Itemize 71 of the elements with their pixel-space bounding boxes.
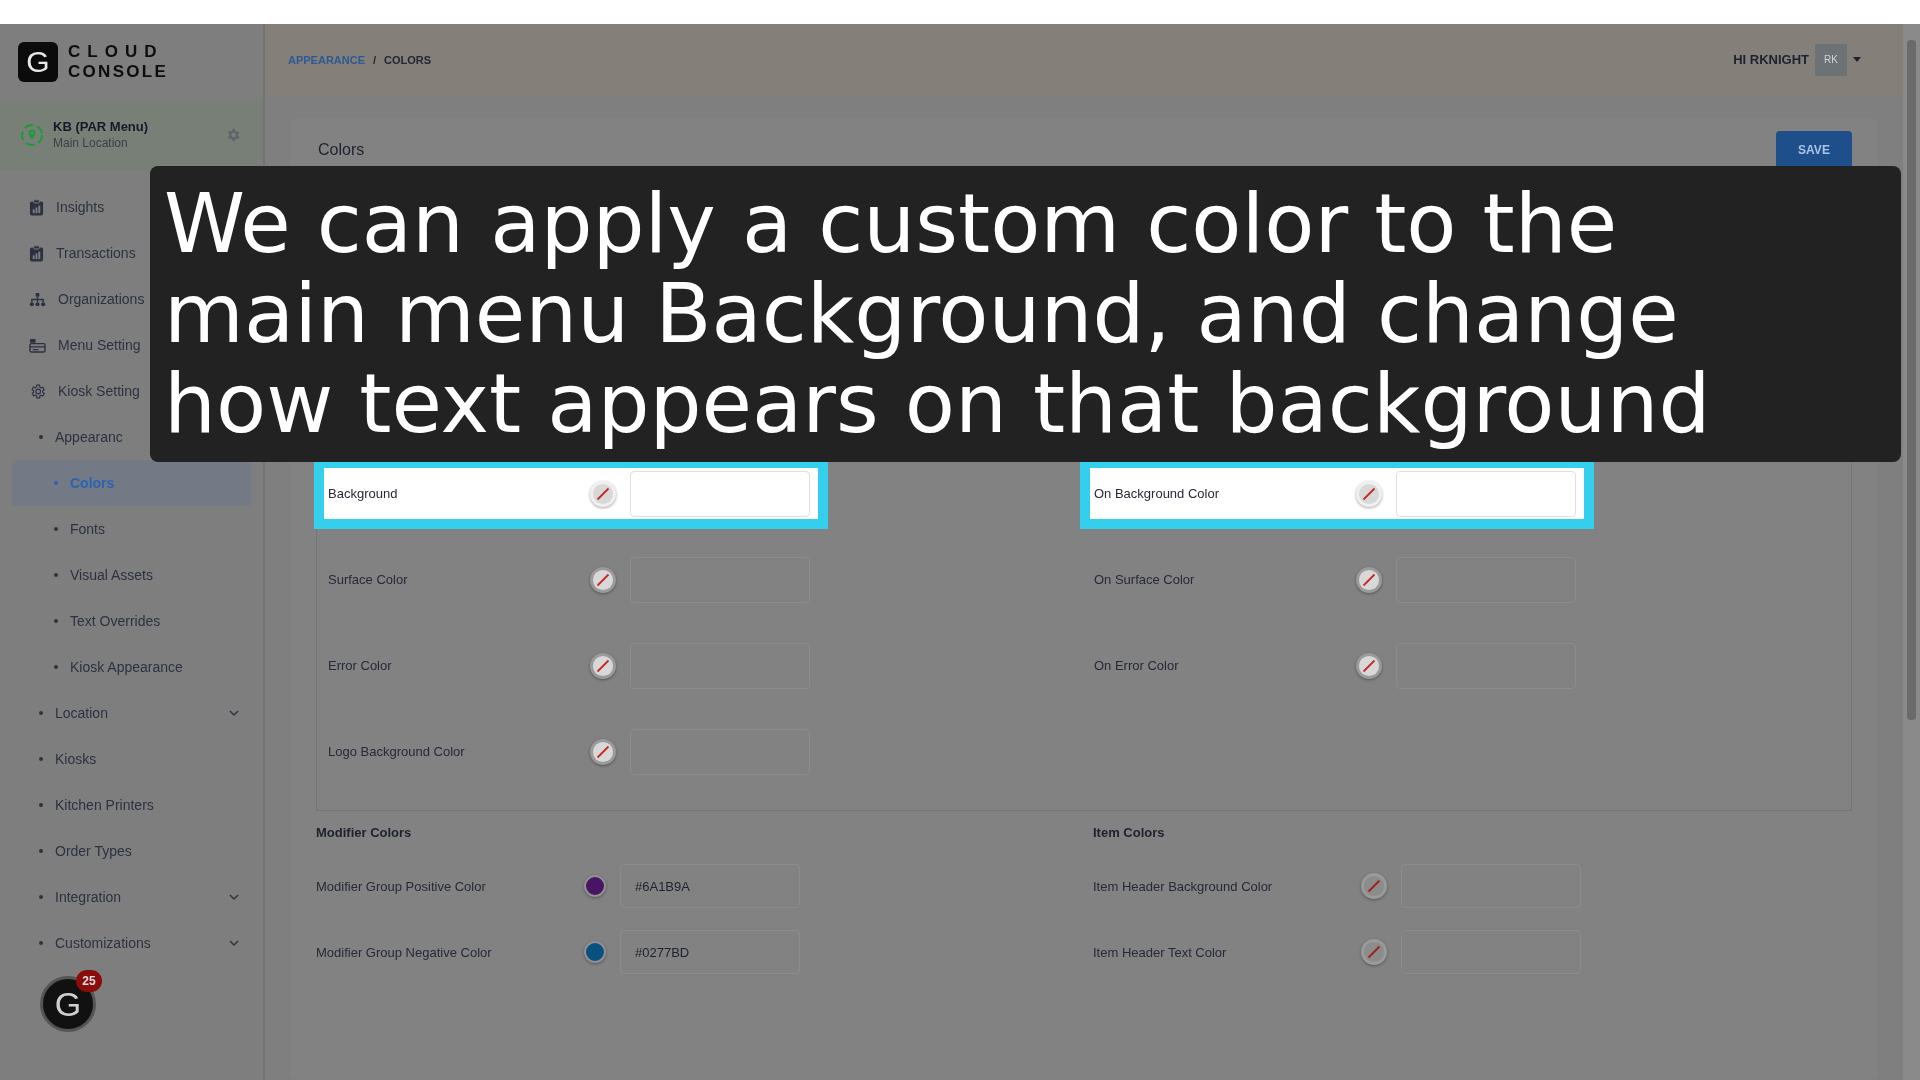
- user-avatar[interactable]: RK: [1815, 43, 1847, 76]
- field-label: Modifier Group Positive Color: [316, 878, 487, 894]
- no-color-swatch[interactable]: [1356, 480, 1382, 507]
- color-swatch[interactable]: [584, 941, 606, 963]
- no-color-swatch[interactable]: [1356, 652, 1382, 679]
- user-greeting: HI RKNIGHT: [1733, 52, 1809, 67]
- bullet-icon: [54, 665, 58, 669]
- clipboard-chart-icon: [29, 244, 44, 262]
- logo-text: CONSOLE: [68, 62, 169, 82]
- sidebar-item[interactable]: Fonts: [12, 506, 251, 552]
- sidebar-item[interactable]: Kiosks: [12, 736, 251, 782]
- field-label: On Surface Color: [1094, 572, 1196, 587]
- breadcrumb-separator: /: [373, 53, 377, 66]
- settings-icon[interactable]: [225, 127, 241, 143]
- color-field[interactable]: #6A1B9A: [620, 864, 800, 908]
- location-subtitle: Main Location: [53, 135, 129, 152]
- section-title: Modifier Colors: [316, 825, 413, 842]
- card-title: Colors: [318, 141, 365, 159]
- card-stack-icon: [29, 337, 46, 353]
- sidebar-item[interactable]: Integration: [12, 874, 251, 920]
- caret-icon[interactable]: [1853, 57, 1861, 62]
- logo-mark: G: [18, 42, 58, 82]
- field-label: On Error Color: [1094, 658, 1180, 673]
- hierarchy-icon: [29, 291, 46, 307]
- no-color-swatch[interactable]: [1361, 939, 1387, 965]
- field-label: Item Header Background Color: [1093, 878, 1274, 894]
- clipboard-chart-icon: [29, 198, 44, 216]
- scrollbar[interactable]: [1903, 24, 1920, 1080]
- no-color-swatch[interactable]: [590, 738, 616, 765]
- no-color-swatch[interactable]: [1361, 873, 1387, 899]
- location-pin-icon: [20, 123, 44, 147]
- field-label: Background: [328, 486, 399, 501]
- sidebar-item[interactable]: Text Overrides: [12, 598, 251, 644]
- bullet-icon: [54, 527, 58, 531]
- no-color-swatch[interactable]: [590, 652, 616, 679]
- location-name: KB (PAR Menu): [53, 118, 150, 135]
- save-button[interactable]: SAVE: [1776, 131, 1852, 169]
- field-label: Error Color: [328, 658, 393, 673]
- bullet-icon: [39, 849, 43, 853]
- logo-text: CLOUD: [68, 42, 165, 62]
- sidebar-item[interactable]: Kiosk Appearance: [12, 644, 251, 690]
- bullet-icon: [39, 711, 43, 715]
- sidebar-item[interactable]: Customizations: [12, 920, 251, 966]
- bullet-icon: [54, 573, 58, 577]
- gear-icon: [29, 382, 46, 400]
- bullet-icon: [39, 435, 43, 439]
- bullet-icon: [54, 619, 58, 623]
- color-swatch[interactable]: [584, 875, 606, 897]
- bullet-icon: [54, 481, 58, 485]
- section-title: Item Colors: [1093, 825, 1166, 842]
- breadcrumb-current: COLORS: [384, 53, 432, 66]
- field-label: Item Header Text Color: [1093, 944, 1228, 960]
- field-label: On Background Color: [1094, 486, 1220, 501]
- caption-text: We can apply a custom color to the main menu Background, and change how text appears on that background: [164, 179, 1712, 449]
- location-card[interactable]: KB (PAR Menu) Main Location: [0, 100, 263, 170]
- field-label: Surface Color: [328, 572, 409, 587]
- sidebar-item[interactable]: Visual Assets: [12, 552, 251, 598]
- bullet-icon: [39, 895, 43, 899]
- sidebar-item[interactable]: Location: [12, 690, 251, 736]
- no-color-swatch[interactable]: [590, 480, 616, 507]
- breadcrumb-link[interactable]: APPEARANCE: [288, 53, 365, 66]
- sidebar-item[interactable]: Kitchen Printers: [12, 782, 251, 828]
- no-color-swatch[interactable]: [590, 566, 616, 593]
- field-label: Modifier Group Negative Color: [316, 944, 493, 960]
- bullet-icon: [39, 757, 43, 761]
- no-color-swatch[interactable]: [1356, 566, 1382, 593]
- bullet-icon: [39, 803, 43, 807]
- bullet-icon: [39, 941, 43, 945]
- field-label: Logo Background Color: [328, 744, 466, 759]
- color-field[interactable]: #0277BD: [620, 930, 800, 974]
- sidebar-item[interactable]: Order Types: [12, 828, 251, 874]
